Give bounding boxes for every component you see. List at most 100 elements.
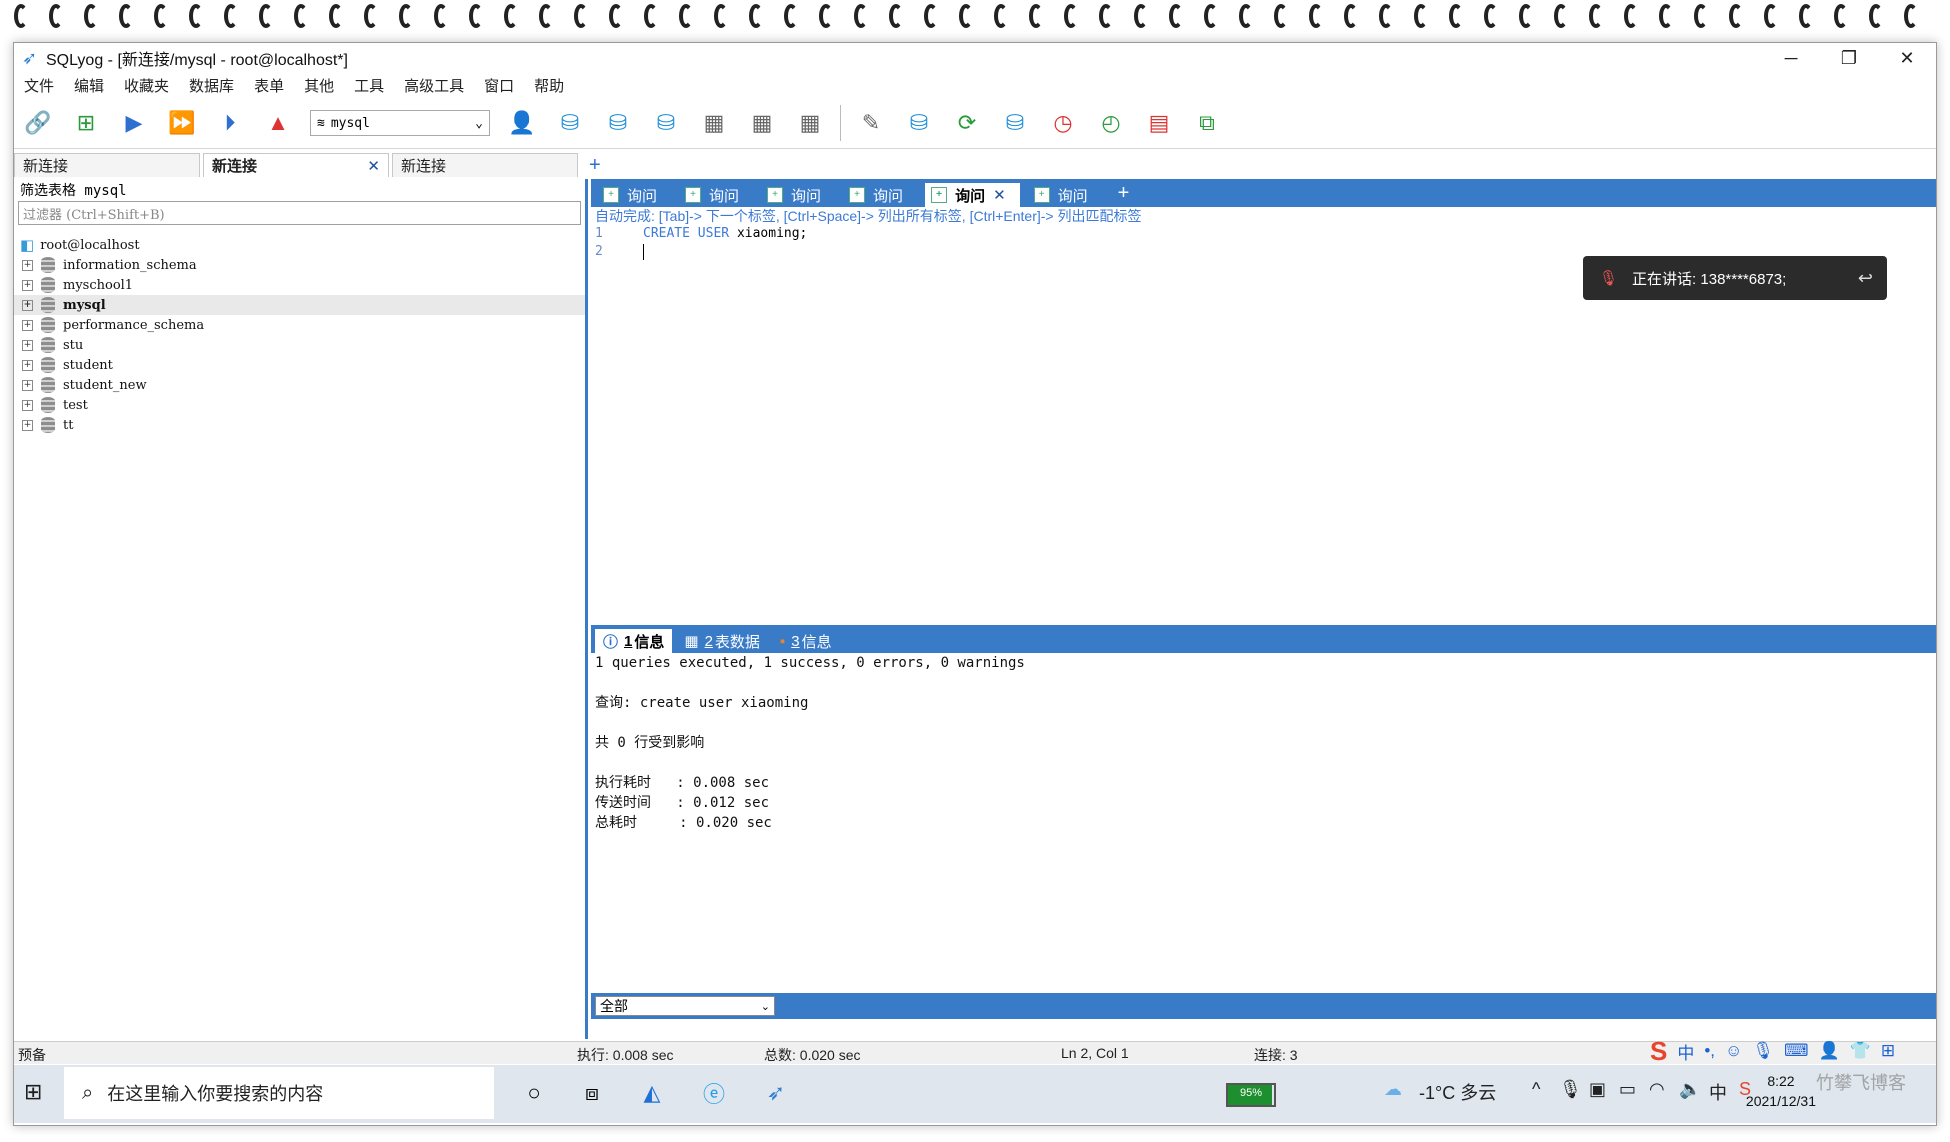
menu-tools[interactable]: 工具	[344, 75, 394, 96]
refresh-icon[interactable]: ⟳	[949, 105, 985, 141]
expand-icon[interactable]: +	[22, 299, 33, 311]
cortana-icon[interactable]: ○	[514, 1075, 554, 1111]
schema-designer-icon[interactable]: ▲	[260, 105, 296, 141]
backup-database-icon[interactable]: ⛁	[600, 105, 636, 141]
menu-help[interactable]: 帮助	[524, 75, 574, 96]
tree-db-item[interactable]: + test	[14, 395, 585, 415]
volume-icon[interactable]: 🔈	[1679, 1079, 1701, 1100]
copy-database-icon[interactable]: ⛁	[997, 105, 1033, 141]
table-data-icon[interactable]: ▦	[744, 105, 780, 141]
connect-icon[interactable]: 🔗	[20, 105, 56, 141]
query-tab[interactable]: + 询问	[761, 183, 835, 207]
emoji-icon[interactable]: ☺	[1725, 1041, 1742, 1061]
tree-db-item[interactable]: + student	[14, 355, 585, 375]
tree-db-item[interactable]: + student_new	[14, 375, 585, 395]
microphone-icon[interactable]: 🎙	[1559, 1079, 1582, 1100]
sync-database-icon[interactable]: ⛁	[901, 105, 937, 141]
connection-tab[interactable]: 新连接	[392, 153, 578, 177]
ime-chinese-mode[interactable]: 中	[1677, 1039, 1694, 1064]
expand-icon[interactable]: +	[22, 339, 33, 351]
tree-root[interactable]: ◧ root@localhost	[14, 235, 585, 255]
menu-database[interactable]: 数据库	[179, 75, 244, 96]
tree-db-item[interactable]: + stu	[14, 335, 585, 355]
menu-edit[interactable]: 编辑	[64, 75, 114, 96]
tree-db-item-selected[interactable]: + mysql	[14, 295, 585, 315]
expand-icon[interactable]: +	[22, 379, 33, 391]
browser-icon[interactable]: ⓔ	[694, 1075, 734, 1111]
maximize-button[interactable]: ❐	[1820, 43, 1878, 73]
menu-advanced-tools[interactable]: 高级工具	[394, 75, 474, 96]
task-view-icon[interactable]: ⧈	[572, 1075, 612, 1111]
table-diagnose-icon[interactable]: ▦	[696, 105, 732, 141]
add-query-icon[interactable]: +	[1118, 182, 1130, 205]
query-tab[interactable]: + 询问	[597, 183, 671, 207]
restore-database-icon[interactable]: ⛁	[648, 105, 684, 141]
result-tab-table-data[interactable]: ▦ 2 表数据	[676, 629, 768, 653]
database-select[interactable]: ≋ mysql ⌄	[310, 110, 490, 136]
execute-icon[interactable]: ▶	[116, 105, 152, 141]
new-query-icon[interactable]: ⊞	[68, 105, 104, 141]
result-filter-select[interactable]: 全部 ⌄	[595, 996, 775, 1016]
weather-text[interactable]: -1°C 多云	[1419, 1079, 1496, 1105]
menu-other[interactable]: 其他	[294, 75, 344, 96]
windows-start-icon[interactable]: ⊞	[24, 1079, 52, 1107]
close-tab-icon[interactable]: ✕	[367, 157, 380, 175]
script-icon[interactable]: ✎	[853, 105, 889, 141]
user-manager-icon[interactable]: 👤	[504, 105, 540, 141]
connection-tab-active[interactable]: 新连接 ✕	[203, 153, 389, 177]
close-tab-icon[interactable]: ✕	[993, 186, 1006, 204]
filter-input[interactable]: 过滤器 (Ctrl+Shift+B)	[18, 201, 581, 225]
tree-db-item[interactable]: + performance_schema	[14, 315, 585, 335]
execute-edit-icon[interactable]: ⏵	[212, 105, 248, 141]
query-tab[interactable]: + 询问	[679, 183, 753, 207]
skin-icon[interactable]: 👕	[1850, 1041, 1871, 1061]
expand-icon[interactable]: +	[22, 419, 33, 431]
expand-icon[interactable]: +	[22, 399, 33, 411]
taskbar-search-box[interactable]: ⌕ 在这里输入你要搜索的内容	[64, 1067, 494, 1119]
menu-file[interactable]: 文件	[14, 75, 64, 96]
expand-icon[interactable]: +	[22, 359, 33, 371]
scheduler-icon[interactable]: ◷	[1045, 105, 1081, 141]
user-icon[interactable]: 👤	[1819, 1041, 1840, 1061]
add-connection-icon[interactable]: +	[589, 154, 601, 177]
create-database-icon[interactable]: ⛁	[552, 105, 588, 141]
menu-window[interactable]: 窗口	[474, 75, 524, 96]
display-icon[interactable]: ▣	[1589, 1079, 1606, 1100]
app-whiteboard-icon[interactable]: ◭	[632, 1075, 672, 1111]
form-view-icon[interactable]: ▤	[1141, 105, 1177, 141]
expand-icon[interactable]: +	[22, 319, 33, 331]
wifi-icon[interactable]: ◠	[1649, 1079, 1665, 1100]
tree-db-item[interactable]: + tt	[14, 415, 585, 435]
compare-icon[interactable]: ⧉	[1189, 105, 1225, 141]
expand-icon[interactable]: +	[22, 279, 33, 291]
sogou-logo-icon[interactable]: S	[1650, 1036, 1667, 1067]
chevron-up-icon[interactable]: ^	[1532, 1079, 1540, 1100]
muted-microphone-icon[interactable]: 🎙	[1599, 269, 1618, 287]
result-tab-info[interactable]: ⓘ 1 信息	[595, 629, 673, 653]
keyboard-icon[interactable]: ⌨	[1784, 1041, 1809, 1061]
punctuation-icon[interactable]: •,	[1704, 1041, 1715, 1061]
ime-mode-indicator[interactable]: 中	[1709, 1079, 1727, 1105]
connection-tab[interactable]: 新连接	[14, 153, 200, 177]
return-icon[interactable]: ↩	[1858, 268, 1873, 289]
query-tab-active[interactable]: + 询问 ✕	[925, 183, 1020, 207]
database-icon	[41, 317, 55, 333]
close-button[interactable]: ✕	[1878, 43, 1936, 73]
taskbar-clock[interactable]: 8:22 2021/12/31	[1746, 1071, 1816, 1111]
expand-icon[interactable]: +	[22, 259, 33, 271]
toolbox-icon[interactable]: ⊞	[1881, 1041, 1895, 1061]
table-import-icon[interactable]: ▦	[792, 105, 828, 141]
execute-all-icon[interactable]: ⏩	[164, 105, 200, 141]
query-tab[interactable]: + 询问	[843, 183, 917, 207]
minimize-button[interactable]: ─	[1762, 43, 1820, 73]
battery-icon[interactable]: ▭	[1619, 1079, 1636, 1100]
sqlyog-taskbar-icon[interactable]: ➶	[756, 1075, 796, 1111]
voice-input-icon[interactable]: 🎙	[1752, 1041, 1774, 1061]
job-agent-icon[interactable]: ◴	[1093, 105, 1129, 141]
result-tab-info-2[interactable]: ▪ 3 信息	[772, 629, 840, 653]
menu-favorites[interactable]: 收藏夹	[114, 75, 179, 96]
tree-db-item[interactable]: + information_schema	[14, 255, 585, 275]
menu-table[interactable]: 表单	[244, 75, 294, 96]
tree-db-item[interactable]: + myschool1	[14, 275, 585, 295]
query-tab[interactable]: + 询问	[1028, 183, 1102, 207]
